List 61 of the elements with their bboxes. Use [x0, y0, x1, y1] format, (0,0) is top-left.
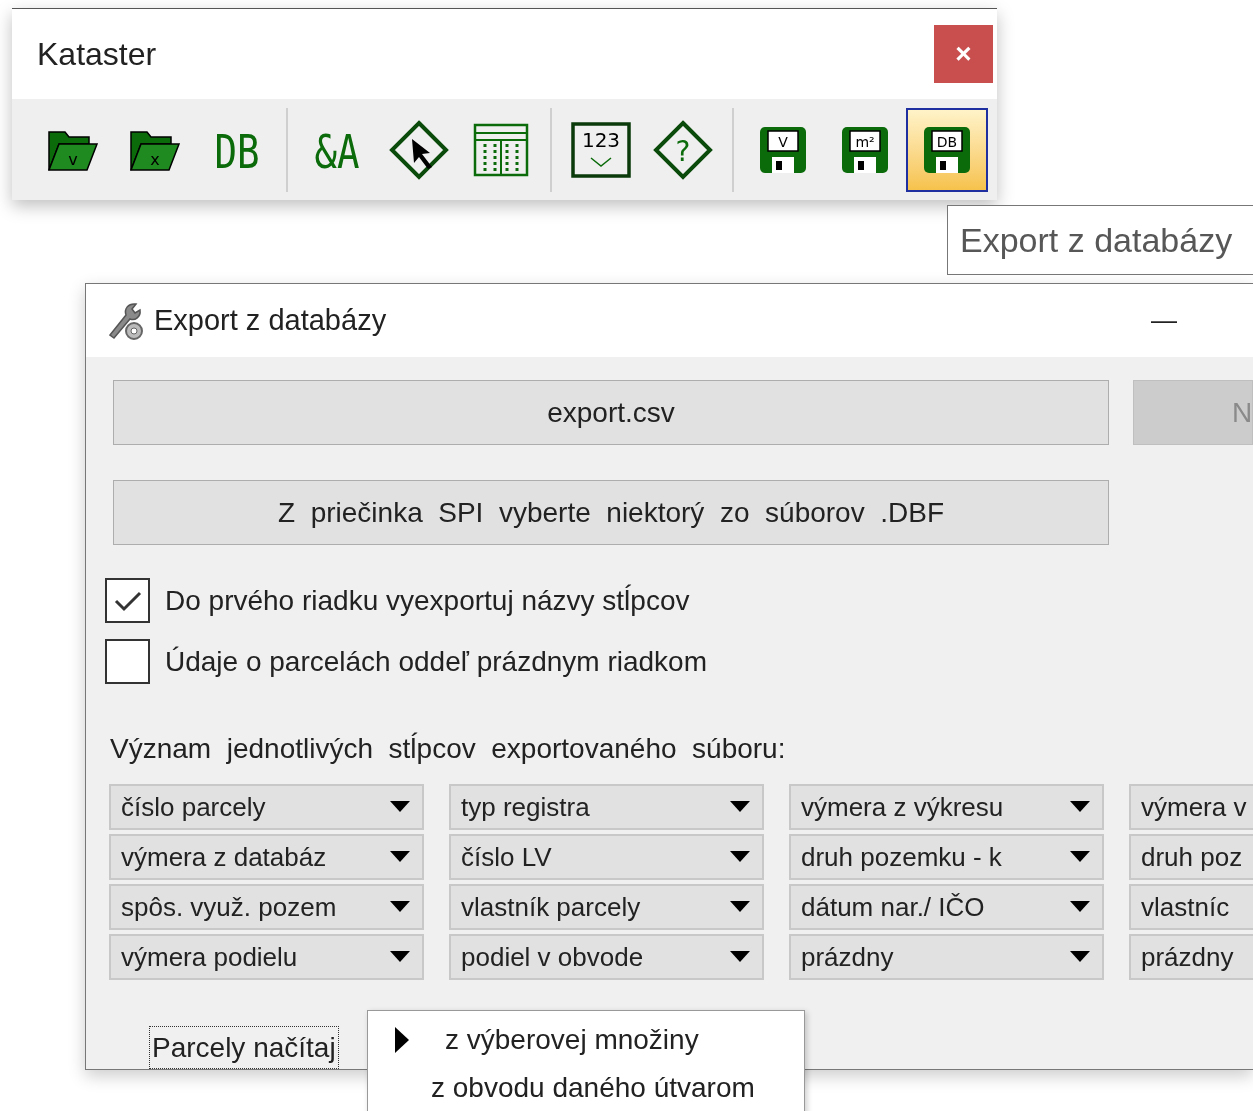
toolbar-button[interactable]: ?	[642, 107, 724, 192]
folder-select-button[interactable]: Z priečinka SPI vyberte niektorý zo súborov .DBF	[113, 480, 1109, 545]
checkbox[interactable]	[105, 639, 150, 684]
column-select[interactable]: druh poz	[1129, 834, 1253, 880]
number-box-icon: 123	[571, 121, 631, 178]
checkbox-label: Údaje o parcelách oddeľ prázdnym riadkom	[165, 644, 707, 679]
dropdown-arrow-icon	[390, 951, 410, 963]
diamond-cursor-icon	[388, 118, 450, 181]
dialog-title: Export z databázy	[154, 302, 388, 338]
floppy-icon: DB	[923, 125, 971, 174]
tooltip: Export z databázy	[947, 205, 1253, 275]
column-select[interactable]: typ registra	[449, 784, 764, 830]
menu-item[interactable]: z obvodu daného útvarom	[368, 1067, 804, 1109]
toolbar-button[interactable]: v	[32, 107, 114, 192]
floppy-icon: V	[759, 125, 807, 174]
dropdown-arrow-icon	[730, 801, 750, 813]
dropdown-arrow-icon	[1070, 801, 1090, 813]
column-select[interactable]: výmera z databáz	[109, 834, 424, 880]
column-select[interactable]: prázdny	[1129, 934, 1253, 980]
minimize-button[interactable]: —	[1151, 301, 1177, 340]
toolbar-button[interactable]: V	[742, 107, 824, 192]
column-select[interactable]: podiel v obvode	[449, 934, 764, 980]
dropdown-arrow-icon	[1070, 851, 1090, 863]
dropdown-arrow-icon	[390, 851, 410, 863]
load-button[interactable]: Parcely načítaj	[149, 1026, 339, 1069]
dropdown-arrow-icon	[390, 801, 410, 813]
diamond-question-icon: ?	[652, 118, 714, 181]
checkbox[interactable]	[105, 578, 150, 623]
column-select[interactable]: vlastník parcely	[449, 884, 764, 930]
toolbar-button[interactable]: &A	[296, 107, 378, 192]
dropdown-arrow-icon	[1070, 951, 1090, 963]
column-select[interactable]: výmera z výkresu	[789, 784, 1104, 830]
table-icon	[473, 122, 529, 177]
menu-item[interactable]: z výberovej množiny	[368, 1019, 804, 1061]
close-button[interactable]: ×	[934, 25, 993, 83]
column-select[interactable]: výmera podielu	[109, 934, 424, 980]
toolbar-button[interactable]: DB	[906, 107, 988, 192]
column-select[interactable]: spôs. využ. pozem	[109, 884, 424, 930]
dropdown-arrow-icon	[390, 901, 410, 913]
column-select[interactable]: výmera v	[1129, 784, 1253, 830]
checkbox-label: Do prvého riadku vyexportuj názvy stĺpcov	[165, 583, 690, 618]
file-button[interactable]: export.csv	[113, 380, 1109, 445]
window-title: Kataster	[37, 35, 157, 74]
dropdown-arrow-icon	[1070, 901, 1090, 913]
text-icon: DB	[209, 125, 265, 174]
floppy-icon: m²	[841, 125, 889, 174]
toolbar-button[interactable]: DB	[196, 107, 278, 192]
column-select[interactable]: druh pozemku - k	[789, 834, 1104, 880]
text-icon: &A	[309, 125, 365, 174]
toolbar-button[interactable]: 123	[560, 107, 642, 192]
dropdown-arrow-icon	[730, 851, 750, 863]
dropdown-arrow-icon	[730, 901, 750, 913]
toolbar-button[interactable]: x	[114, 107, 196, 192]
toolbar-button[interactable]: m²	[824, 107, 906, 192]
column-select[interactable]: číslo LV	[449, 834, 764, 880]
column-select[interactable]: vlastníc	[1129, 884, 1253, 930]
columns-label: Význam jednotlivých stĺpcov exportovaného súboru:	[110, 731, 787, 766]
column-select[interactable]: číslo parcely	[109, 784, 424, 830]
column-select[interactable]: dátum nar./ IČO	[789, 884, 1104, 930]
dropdown-arrow-icon	[730, 951, 750, 963]
column-select[interactable]: prázdny	[789, 934, 1104, 980]
